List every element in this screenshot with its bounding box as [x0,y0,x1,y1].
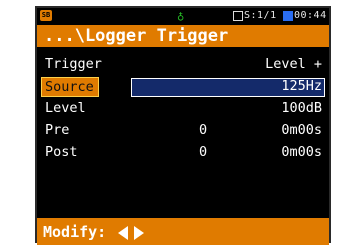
row-value: 125Hz [281,78,322,94]
arrow-right-icon [134,225,145,240]
bottom-bar: Modify: [37,220,329,245]
clock-box-icon [283,11,293,21]
title-bar: ...\Logger Trigger [37,25,329,47]
menu-row-level[interactable]: Level 100dB [39,97,328,119]
row-value: Level + [265,56,322,72]
menu-row-post[interactable]: Post 0 0m00s [39,141,328,163]
row-label: Post [45,144,78,160]
meter-device: SB ♁ S:1/1 00:44 ...\Logger Trigger Trig… [35,6,331,245]
battery-badge: SB [40,10,52,21]
row-label: Level [45,100,86,116]
row-label: Pre [45,122,70,138]
page-box-icon [233,11,243,21]
arrow-left-icon [118,225,129,240]
screen-title: ...\Logger Trigger [44,26,229,46]
status-bar: SB ♁ S:1/1 00:44 [37,8,329,25]
page-indicator-text: S:1/1 [244,10,277,21]
clock-time: 00:44 [294,10,327,21]
sound-icon: ♁ [177,9,185,23]
row-value: 100dB [281,100,322,116]
modify-hint: Modify: [43,222,147,242]
row-mid-value: 0 [199,144,208,160]
row-label: Trigger [45,56,102,72]
menu-row-trigger[interactable]: Trigger Level + [39,53,328,75]
menu-row-source[interactable]: Source 125Hz [39,75,328,97]
row-mid-value: 0 [199,122,208,138]
menu-list: Trigger Level + Source 125Hz Level 100dB… [37,47,329,220]
row-value: 0m00s [281,122,322,138]
row-value: 0m00s [281,144,322,160]
modify-label: Modify: [43,223,107,241]
menu-row-pre[interactable]: Pre 0 0m00s [39,119,328,141]
page-indicator: S:1/1 [233,10,277,22]
row-label: Source [41,77,99,97]
clock: 00:44 [283,10,327,22]
meter-screen: SB ♁ S:1/1 00:44 ...\Logger Trigger Trig… [35,6,331,245]
